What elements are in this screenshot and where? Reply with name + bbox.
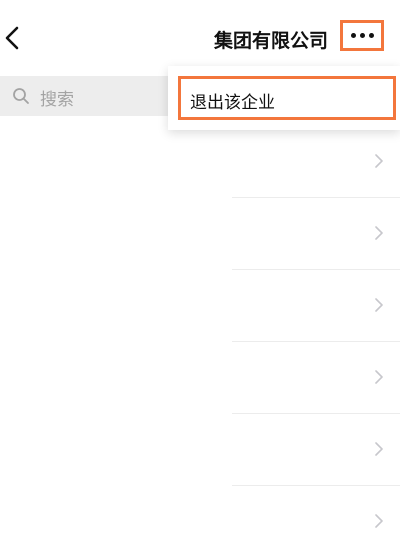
chevron-right-icon [374, 225, 384, 241]
page-title: 集团有限公司 [213, 30, 328, 52]
chevron-right-icon [374, 369, 384, 385]
search-icon [12, 87, 30, 105]
list-item[interactable] [232, 270, 400, 342]
chevron-right-icon [374, 297, 384, 313]
list-item[interactable] [232, 198, 400, 270]
leave-enterprise-menu-item[interactable]: 退出该企业 [178, 76, 396, 120]
list-item[interactable] [232, 342, 400, 414]
member-list [232, 126, 400, 558]
list-item[interactable] [232, 486, 400, 558]
chevron-right-icon [374, 441, 384, 457]
more-dots-icon [368, 33, 374, 38]
more-dots-icon [359, 33, 365, 38]
leave-enterprise-label: 退出该企业 [190, 93, 275, 113]
more-options-button[interactable] [340, 20, 384, 51]
list-item[interactable] [232, 414, 400, 486]
back-icon[interactable] [2, 24, 24, 52]
more-dots-icon [350, 33, 356, 38]
list-item[interactable] [232, 126, 400, 198]
more-options-menu: 退出该企业 [168, 66, 400, 130]
navigation-bar: 集团有限公司 [0, 0, 400, 74]
chevron-right-icon [374, 153, 384, 169]
search-placeholder: 搜索 [40, 90, 74, 110]
chevron-right-icon [374, 513, 384, 529]
